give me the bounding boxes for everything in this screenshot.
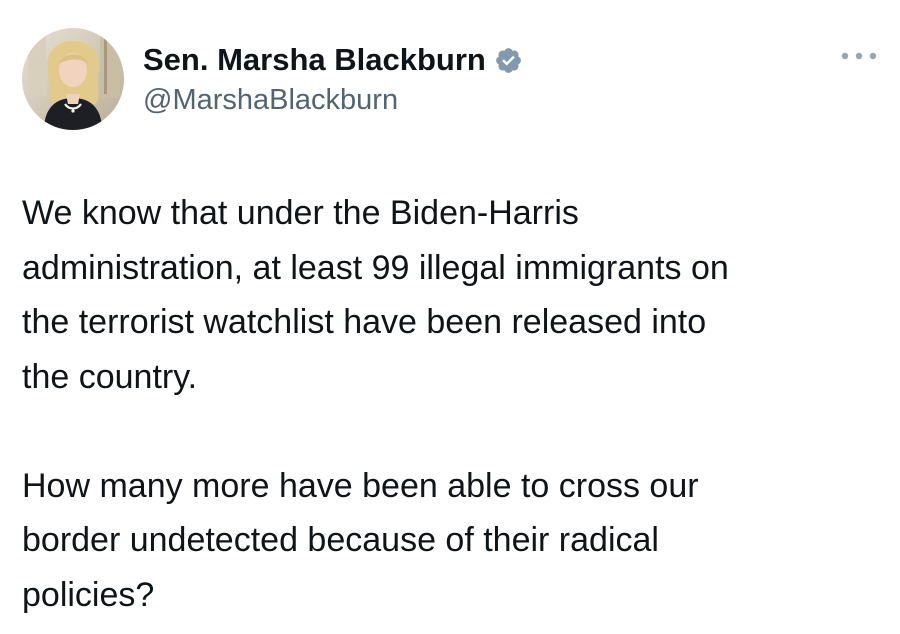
tweet-line: We know that under the Biden-Harris (22, 194, 579, 232)
tweet-line: administration, at least 99 illegal immi… (22, 248, 729, 287)
author-display-name[interactable]: Sen. Marsha Blackburn (143, 38, 486, 82)
avatar[interactable] (22, 28, 124, 130)
tweet-paragraph: How many more have been able to cross ou… (22, 459, 882, 623)
profile-photo-icon (22, 28, 124, 130)
tweet-line: the terrorist watchlist have been releas… (22, 303, 707, 341)
tweet-paragraph: We know that under the Biden-Harris admi… (22, 186, 882, 404)
author-name-row: Sen. Marsha Blackburn (143, 38, 523, 82)
tweet-line: How many more have been able to cross ou… (22, 466, 699, 505)
tweet-line: policies? (22, 575, 155, 614)
tweet-card: Sen. Marsha Blackburn @MarshaBlackburn W… (0, 0, 900, 634)
tweet-line: border undetected because of their radic… (22, 521, 659, 559)
more-horizontal-icon[interactable] (837, 44, 881, 68)
verified-badge-icon (495, 47, 521, 73)
author-handle[interactable]: @MarshaBlackburn (143, 80, 398, 120)
tweet-text: We know that under the Biden-Harris admi… (22, 186, 882, 622)
tweet-line: the country. (22, 357, 198, 396)
